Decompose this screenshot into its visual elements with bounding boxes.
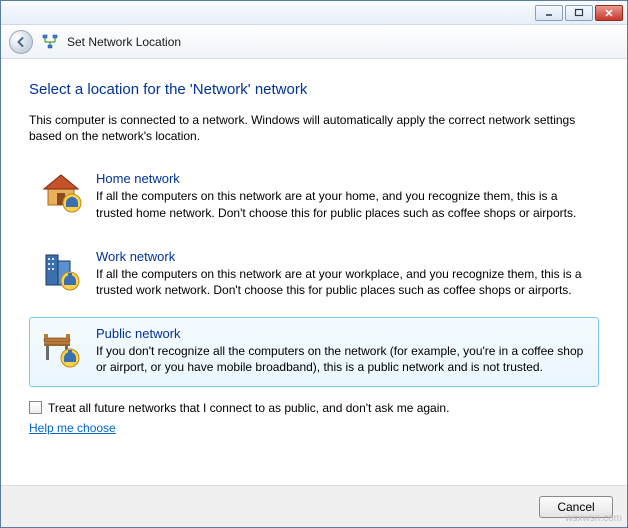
window-buttons: [535, 5, 627, 21]
header-bar: Set Network Location: [1, 25, 627, 59]
option-work-text: Work network If all the computers on thi…: [96, 249, 588, 298]
option-home-network[interactable]: Home network If all the computers on thi…: [29, 162, 599, 231]
treat-public-checkbox-row: Treat all future networks that I connect…: [29, 401, 599, 415]
minimize-button[interactable]: [535, 5, 563, 21]
content-area: Select a location for the 'Network' netw…: [1, 59, 627, 485]
option-title: Work network: [96, 249, 588, 264]
footer: Cancel: [1, 485, 627, 527]
network-icon: [41, 33, 59, 51]
option-public-text: Public network If you don't recognize al…: [96, 326, 588, 375]
option-desc: If all the computers on this network are…: [96, 266, 588, 298]
home-icon: [40, 171, 82, 220]
close-button[interactable]: [595, 5, 623, 21]
maximize-button[interactable]: [565, 5, 593, 21]
dialog-window: Set Network Location Select a location f…: [0, 0, 628, 528]
option-title: Home network: [96, 171, 588, 186]
public-icon: [40, 326, 82, 375]
option-home-text: Home network If all the computers on thi…: [96, 171, 588, 220]
option-title: Public network: [96, 326, 588, 341]
option-work-network[interactable]: Work network If all the computers on thi…: [29, 240, 599, 309]
watermark: wsxwsn.com: [565, 513, 622, 524]
option-desc: If all the computers on this network are…: [96, 188, 588, 220]
treat-public-checkbox[interactable]: [29, 401, 42, 414]
header-title: Set Network Location: [67, 35, 181, 49]
back-button[interactable]: [9, 30, 33, 54]
titlebar: [1, 1, 627, 25]
main-instruction: Select a location for the 'Network' netw…: [29, 81, 599, 98]
network-options: Home network If all the computers on thi…: [29, 162, 599, 386]
checkbox-label: Treat all future networks that I connect…: [48, 401, 449, 415]
work-icon: [40, 249, 82, 298]
option-desc: If you don't recognize all the computers…: [96, 343, 588, 375]
option-public-network[interactable]: Public network If you don't recognize al…: [29, 317, 599, 386]
help-me-choose-link[interactable]: Help me choose: [29, 421, 116, 435]
main-description: This computer is connected to a network.…: [29, 112, 599, 144]
